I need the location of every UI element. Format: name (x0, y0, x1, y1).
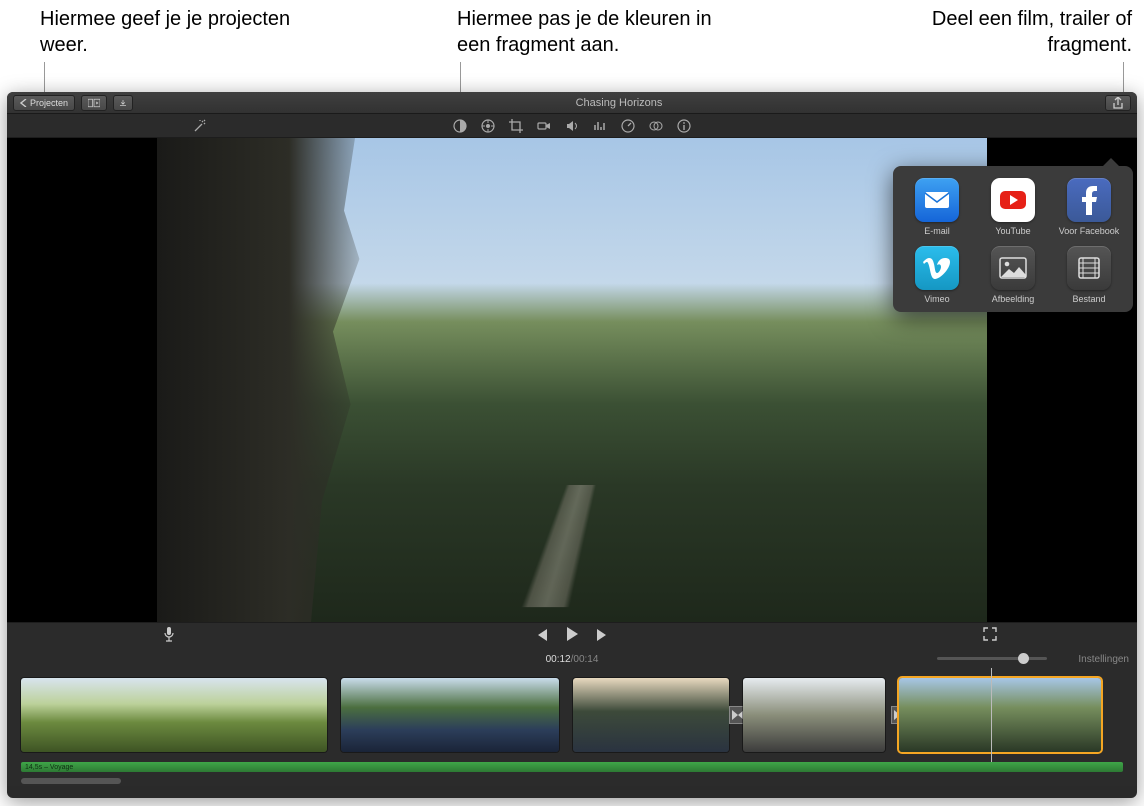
microphone-icon (163, 626, 175, 642)
adjustment-toolbar (7, 114, 1137, 138)
play-button[interactable] (566, 627, 578, 646)
project-title: Chasing Horizons (139, 97, 1099, 109)
preview-frame (157, 138, 987, 622)
magic-wand-icon (193, 119, 207, 133)
media-library-icon (88, 98, 100, 108)
fullscreen-button[interactable] (983, 627, 997, 646)
timeline-clip-selected[interactable] (899, 678, 1101, 752)
fullscreen-icon (983, 627, 997, 641)
audio-row: 14,5s – Voyage (7, 762, 1137, 776)
equalizer-icon (593, 119, 607, 133)
color-balance-icon (453, 119, 467, 133)
share-facebook[interactable]: Voor Facebook (1051, 176, 1127, 238)
timecode-row: 00:12 / 00:14 Instellingen (7, 650, 1137, 668)
volume-button[interactable] (565, 119, 579, 133)
zoom-slider[interactable] (937, 654, 1047, 662)
share-youtube-label: YouTube (995, 226, 1030, 236)
timeline-clip[interactable] (743, 678, 885, 752)
facebook-icon (1067, 178, 1111, 222)
share-icon (1112, 97, 1124, 109)
color-wheel-icon (481, 119, 495, 133)
video-camera-icon (537, 119, 551, 133)
time-total: 00:14 (573, 654, 598, 665)
projects-button[interactable]: Projecten (13, 95, 75, 111)
playhead[interactable] (991, 668, 992, 762)
share-image[interactable]: Afbeelding (975, 244, 1051, 306)
share-file-label: Bestand (1072, 294, 1105, 304)
skip-back-icon (534, 629, 548, 641)
speedometer-icon (621, 119, 635, 133)
callout-color: Hiermee pas je de kleuren in een fragmen… (457, 6, 737, 58)
speed-button[interactable] (621, 119, 635, 133)
youtube-icon (991, 178, 1035, 222)
audio-track[interactable]: 14,5s – Voyage (21, 762, 1123, 772)
share-email-label: E-mail (924, 226, 950, 236)
import-button[interactable] (113, 95, 133, 111)
settings-button[interactable]: Instellingen (1078, 654, 1129, 665)
next-button[interactable] (596, 628, 610, 646)
scrollbar-thumb[interactable] (21, 778, 121, 784)
chevron-left-icon (20, 99, 27, 107)
projects-button-label: Projecten (30, 98, 68, 108)
color-correction-button[interactable] (481, 119, 495, 133)
share-vimeo[interactable]: Vimeo (899, 244, 975, 306)
callout-projects: Hiermee geef je je projecten weer. (40, 6, 300, 58)
play-icon (566, 627, 578, 641)
share-facebook-label: Voor Facebook (1059, 226, 1120, 236)
callout-share: Deel een film, trailer of fragment. (872, 6, 1132, 58)
share-popover: E-mail YouTube Voor Facebook Vimeo (893, 166, 1133, 312)
image-icon (991, 246, 1035, 290)
filters-button[interactable] (649, 119, 663, 133)
share-vimeo-label: Vimeo (924, 294, 949, 304)
audio-track-label: 14,5s – Voyage (25, 764, 73, 771)
share-file[interactable]: Bestand (1051, 244, 1127, 306)
timeline-clip[interactable] (573, 678, 729, 752)
media-library-button[interactable] (81, 95, 107, 111)
info-icon (677, 119, 691, 133)
info-button[interactable] (677, 119, 691, 133)
noise-reduction-button[interactable] (593, 119, 607, 133)
import-download-icon (120, 98, 126, 108)
speaker-icon (565, 119, 579, 133)
timeline-scrollbar[interactable] (7, 776, 1137, 786)
skip-forward-icon (596, 629, 610, 641)
share-button[interactable] (1105, 95, 1131, 111)
file-icon (1067, 246, 1111, 290)
time-elapsed: 00:12 (546, 654, 571, 665)
share-email[interactable]: E-mail (899, 176, 975, 238)
share-image-label: Afbeelding (992, 294, 1035, 304)
color-balance-button[interactable] (453, 119, 467, 133)
timeline[interactable] (7, 668, 1137, 762)
stabilization-button[interactable] (537, 119, 551, 133)
annotation-callouts: Hiermee geef je je projecten weer. Hierm… (0, 0, 1144, 92)
prev-button[interactable] (534, 628, 548, 646)
timeline-clip[interactable] (341, 678, 559, 752)
overlap-circles-icon (649, 119, 663, 133)
timeline-clip[interactable] (21, 678, 327, 752)
email-icon (915, 178, 959, 222)
crop-icon (509, 119, 523, 133)
share-youtube[interactable]: YouTube (975, 176, 1051, 238)
crop-button[interactable] (509, 119, 523, 133)
voiceover-button[interactable] (163, 626, 175, 647)
enhance-button[interactable] (193, 119, 207, 133)
playback-controls (7, 622, 1137, 650)
vimeo-icon (915, 246, 959, 290)
titlebar: Projecten Chasing Horizons (7, 92, 1137, 114)
imovie-window: Projecten Chasing Horizons (7, 92, 1137, 798)
preview-viewer: E-mail YouTube Voor Facebook Vimeo (7, 138, 1137, 622)
